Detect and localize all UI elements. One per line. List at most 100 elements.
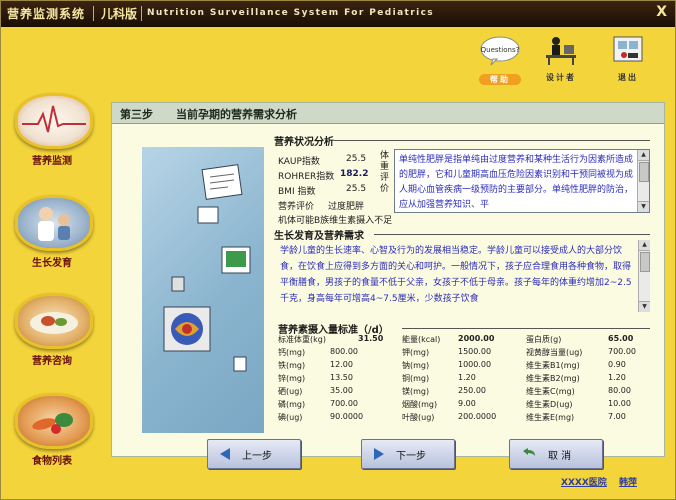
exit-button[interactable]: 退出 (609, 35, 647, 83)
designer-button[interactable]: 设计者 (541, 35, 581, 83)
step-bar: 第三步 当前孕期的营养需求分析 (112, 103, 664, 124)
rohrer-value: 182.2 (340, 169, 369, 179)
next-label: 下一步 (396, 451, 426, 462)
nutrient-value: 1500.00 (458, 347, 492, 356)
cancel-button[interactable]: 取 消 (509, 439, 603, 469)
warning-text: 机体可能B族维生素摄入不足 (278, 216, 393, 226)
nutrient-name: 烟酸(mg) (402, 400, 438, 409)
weight-eval-vertical-label: 体重评价 (380, 151, 390, 194)
status-section-title: 营养状况分析 (274, 137, 334, 148)
nav-item-label: 营养监测 (32, 156, 72, 167)
nutrient-value: 12.00 (330, 360, 353, 369)
nutrient-name: 维生素C(mg) (526, 387, 575, 396)
std-weight-label: 标准体重(kg) (278, 335, 326, 344)
next-button[interactable]: 下一步 (361, 439, 455, 469)
app-window: 营养监测系统 儿科版 Nutrition Surveillance System… (0, 0, 676, 500)
nutrient-name: 镁(mg) (402, 387, 430, 396)
nutrient-name: 硒(ug) (278, 387, 303, 396)
nutrient-value: 80.00 (608, 386, 631, 395)
designer-label: 设计者 (546, 73, 576, 82)
nutrient-name: 视黄醇当量(ug) (526, 348, 583, 357)
scroll-thumb[interactable] (640, 252, 650, 272)
nutrient-name: 铜(mg) (402, 374, 430, 383)
nutrient-name: 锌(mg) (278, 374, 306, 383)
close-button[interactable]: X (656, 4, 667, 20)
app-name: 营养监测系统 (7, 7, 86, 21)
title-bar: 营养监测系统 儿科版 Nutrition Surveillance System… (1, 1, 675, 27)
cancel-label: 取 消 (548, 451, 572, 462)
evaluation-value: 过度肥胖 (328, 202, 365, 212)
illustration (142, 147, 264, 433)
obesity-description: 单纯性肥胖是指单纯由过度营养和某种生活行为因素所造成的肥胖，它和儿童期高血压危险… (399, 155, 634, 210)
nutrient-name: 钙(mg) (278, 348, 306, 357)
heartbeat-monitor-icon (15, 93, 93, 149)
title-divider (141, 6, 142, 21)
nutrient-name: 维生素B2(mg) (526, 374, 580, 383)
nav-item-label: 营养咨询 (32, 356, 72, 367)
step-title: 当前孕期的营养需求分析 (176, 108, 297, 121)
bmi-value: 25.5 (346, 184, 367, 194)
nutrient-name: 叶酸(ug) (402, 413, 435, 422)
scroll-up-icon[interactable]: ▲ (639, 240, 650, 251)
prev-button[interactable]: 上一步 (207, 439, 301, 469)
section-rule (402, 328, 650, 329)
nav-item-monitor[interactable]: 营养监测 (15, 93, 93, 167)
std-weight-value: 31.50 (358, 334, 384, 343)
footer-author-link[interactable]: 韩萍 (619, 475, 637, 488)
protein-value: 65.00 (608, 334, 634, 343)
kaup-value: 25.5 (346, 154, 367, 164)
nutrient-value: 250.00 (458, 386, 486, 395)
computer-documents-illustration (163, 164, 251, 372)
section-rule (374, 234, 650, 235)
nutrient-name: 维生素B1(mg) (526, 361, 580, 370)
nutrient-table: 标准体重(kg) 31.50 能量(kcal) 2000.00 蛋白质(g) 6… (278, 334, 652, 444)
arrow-right-icon (374, 448, 384, 460)
rohrer-label: ROHRER指数 (278, 172, 335, 182)
undo-icon (523, 448, 535, 456)
nav-item-label: 食物列表 (32, 456, 72, 467)
nav-item-foods[interactable]: 食物列表 (15, 393, 93, 467)
section-rule (334, 140, 650, 141)
kaup-label: KAUP指数 (278, 157, 320, 167)
scroll-down-icon[interactable]: ▼ (639, 301, 650, 312)
evaluation-label: 营养评价 (278, 202, 315, 212)
vegetables-icon (15, 393, 93, 449)
nutrient-name: 磷(mg) (278, 400, 306, 409)
nutrient-value: 13.50 (330, 373, 353, 382)
nutrient-value: 0.90 (608, 360, 626, 369)
growth-text-box[interactable]: 学龄儿童的生长速率、心智及行为的发展相当稳定。学龄儿童可以接受成人的大部分饮食，… (276, 240, 650, 312)
nutrient-value: 700.00 (608, 347, 636, 356)
nutrient-value: 35.00 (330, 386, 353, 395)
step-number: 第三步 (120, 108, 153, 121)
energy-label: 能量(kcal) (402, 335, 441, 344)
nutrient-value: 700.00 (330, 399, 358, 408)
nav-item-growth[interactable]: 生长发育 (15, 195, 93, 269)
designer-desk-icon (546, 37, 576, 65)
footer-org-link[interactable]: XXXX医院 (561, 475, 607, 488)
prev-label: 上一步 (242, 451, 272, 462)
nutrient-value: 7.00 (608, 412, 626, 421)
growth-scrollbar[interactable]: ▲ ▼ (638, 240, 650, 312)
scroll-thumb[interactable] (639, 162, 649, 182)
help-button[interactable]: Questions? 帮助 (479, 35, 521, 85)
protein-label: 蛋白质(g) (526, 335, 562, 344)
description-scrollbar[interactable]: ▲ ▼ (637, 150, 649, 212)
bmi-label: BMI 指数 (278, 187, 316, 197)
growth-text: 学龄儿童的生长速率、心智及行为的发展相当稳定。学龄儿童可以接受成人的大部分饮食，… (280, 246, 632, 304)
exit-door-icon (613, 36, 643, 62)
food-plate-icon (15, 293, 93, 349)
scroll-down-icon[interactable]: ▼ (638, 201, 649, 212)
obesity-description-box[interactable]: 单纯性肥胖是指单纯由过度营养和某种生活行为因素所造成的肥胖，它和儿童期高血压危险… (394, 149, 650, 213)
nutrient-value: 9.00 (458, 399, 476, 408)
nutrient-name: 维生素E(mg) (526, 413, 575, 422)
help-label: 帮助 (479, 74, 521, 85)
app-subtitle: Nutrition Surveillance System For Pediat… (147, 8, 435, 18)
nutrient-value: 1000.00 (458, 360, 492, 369)
nutrient-value: 1.20 (458, 373, 476, 382)
nav-item-consult[interactable]: 营养咨询 (15, 293, 93, 367)
nutrient-value: 90.0000 (330, 412, 364, 421)
module-name: 儿科版 (101, 7, 138, 21)
scroll-up-icon[interactable]: ▲ (638, 150, 649, 161)
arrow-left-icon (220, 448, 230, 460)
nav-item-label: 生长发育 (32, 258, 72, 269)
